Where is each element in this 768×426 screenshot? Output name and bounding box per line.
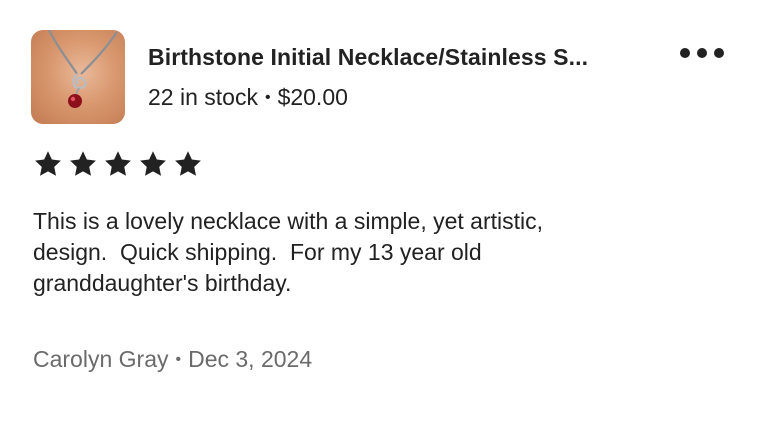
more-options-button[interactable] (680, 42, 724, 64)
review-author: Carolyn Gray (33, 346, 169, 372)
listing-price: $20.00 (277, 84, 348, 110)
star-icon (173, 149, 203, 179)
more-options-icon (680, 48, 690, 58)
separator-dot: • (175, 351, 182, 368)
listing-title[interactable]: Birthstone Initial Necklace/Stainless S.… (148, 44, 658, 71)
review-card: Birthstone Initial Necklace/Stainless S.… (0, 0, 768, 426)
star-icon (103, 149, 133, 179)
listing-stock-price: 22 in stock • $20.00 (148, 84, 348, 111)
stock-count: 22 in stock (148, 84, 258, 110)
star-icon (138, 149, 168, 179)
review-byline: Carolyn Gray • Dec 3, 2024 (33, 346, 312, 373)
star-rating (33, 149, 203, 179)
star-icon (33, 149, 63, 179)
review-date: Dec 3, 2024 (188, 346, 313, 372)
more-options-icon (697, 48, 707, 58)
separator-dot: • (264, 89, 271, 106)
review-text: This is a lovely necklace with a simple,… (33, 208, 544, 296)
more-options-icon (714, 48, 724, 58)
star-icon (68, 149, 98, 179)
product-thumbnail[interactable] (31, 30, 125, 124)
necklace-photo-icon (48, 30, 118, 108)
